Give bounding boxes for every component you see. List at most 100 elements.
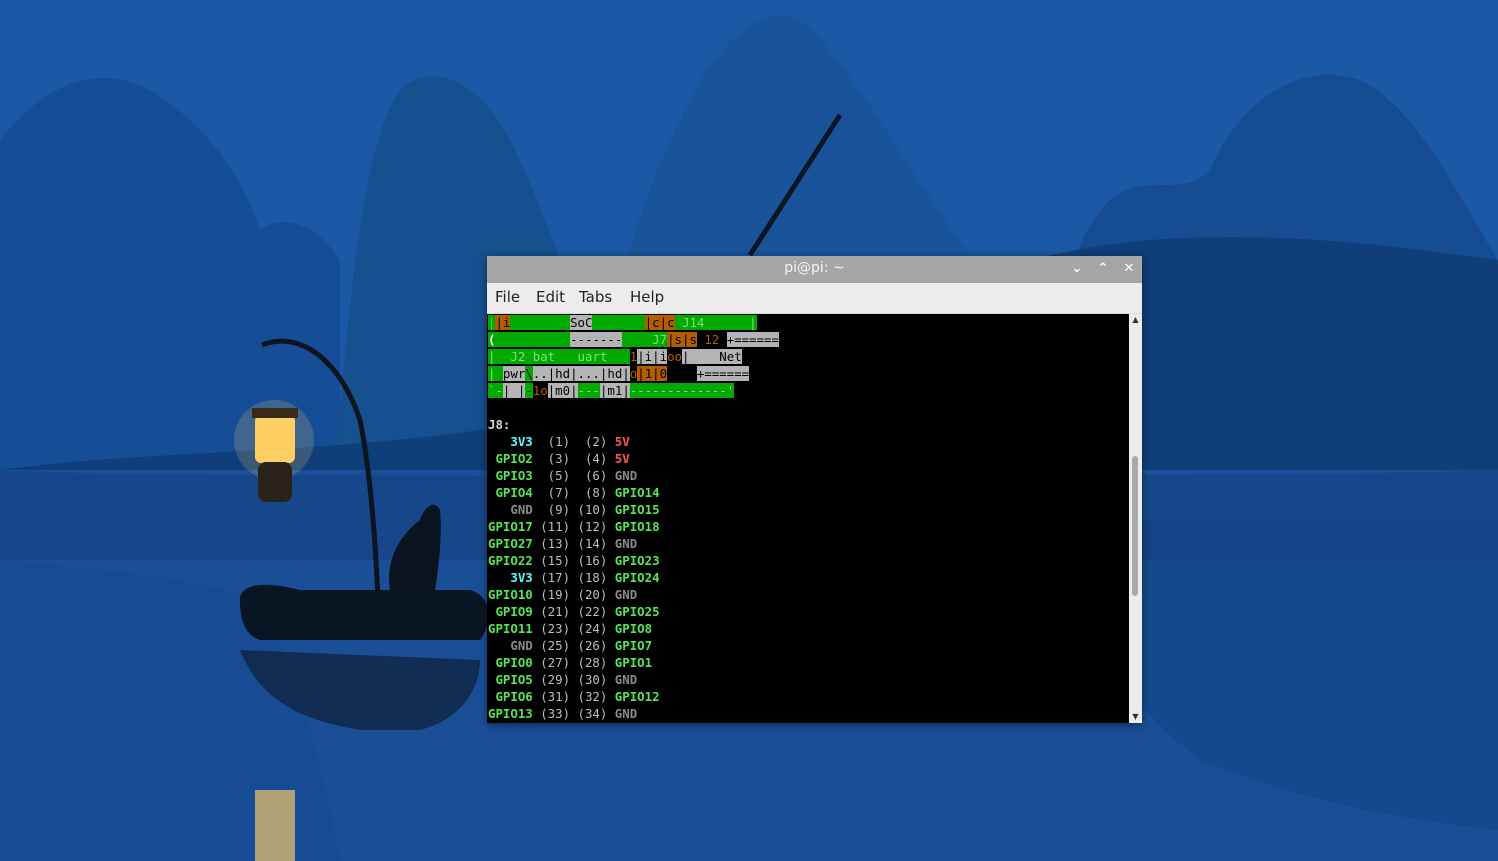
pin-number-left: (13) [540,536,571,551]
pin-number-right: (6) [584,468,608,483]
pin-number-right: (20) [577,587,608,602]
menu-edit[interactable]: Edit [536,288,565,306]
pin-left-label: GPIO22 [488,553,533,568]
pin-number-right: (30) [577,672,608,687]
pin-right-label: GPIO24 [614,570,660,585]
pin-number-right: (8) [584,485,608,500]
pin-left-label: GPIO10 [488,587,533,602]
pin-right-label: GPIO23 [614,553,660,568]
pin-number-right: (2) [584,434,608,449]
pin-number-right: (14) [577,536,608,551]
pin-row: GPIO2 (3) (4) 5V [488,450,630,467]
pin-number-left: (31) [540,689,571,704]
board-art-line-1: ||i SoC |c|c J14 | [488,315,757,330]
pin-left-label: GPIO5 [495,672,533,687]
pin-number-left: (21) [540,604,571,619]
menu-help[interactable]: Help [630,288,664,306]
pin-right-label: GPIO14 [614,485,660,500]
pin-number-left: (3) [547,451,571,466]
pin-row: GPIO6 (31) (32) GPIO12 [488,688,660,705]
board-art-line-3: | J2 bat uart 1|i|ioo| Net [488,349,742,364]
pin-number-right: (10) [577,502,608,517]
pin-number-right: (28) [577,655,608,670]
pin-row: 3V3 (17) (18) GPIO24 [488,569,660,586]
pin-left-label: 3V3 [510,570,533,585]
pin-right-label: GPIO12 [614,689,660,704]
pin-number-right: (12) [577,519,608,534]
pin-row: GND (25) (26) GPIO7 [488,637,652,654]
minimize-button[interactable]: ⌄ [1066,259,1088,279]
scroll-up-arrow-icon[interactable]: ▲ [1129,315,1142,325]
pin-left-label: GND [510,638,533,653]
pin-left-label: GPIO2 [495,451,533,466]
pin-right-label: GPIO1 [614,655,653,670]
pin-number-right: (26) [577,638,608,653]
pin-number-right: (18) [577,570,608,585]
pin-row: GPIO9 (21) (22) GPIO25 [488,603,660,620]
pin-number-left: (17) [540,570,571,585]
pin-right-label: GND [614,536,638,551]
pin-number-left: (15) [540,553,571,568]
titlebar[interactable]: pi@pi: ~ ⌄ ⌃ ✕ [487,256,1142,283]
header-label: J8: [488,417,511,432]
menu-file[interactable]: File [495,288,520,306]
pin-number-left: (11) [540,519,571,534]
pin-right-label: GPIO18 [614,519,660,534]
pin-row: GND (9) (10) GPIO15 [488,501,660,518]
pin-number-left: (27) [540,655,571,670]
pin-number-left: (5) [547,468,571,483]
pin-left-label: GPIO27 [488,536,533,551]
pin-row: GPIO13 (33) (34) GND [488,705,637,722]
board-art-line-5: `-| |-1o|m0|---|m1|-------------' [488,383,735,398]
pin-number-right: (16) [577,553,608,568]
board-art-line-2: ( ------- J7|s|s 12 +====== [488,332,779,347]
pin-left-label: 3V3 [510,434,533,449]
pin-number-right: (24) [577,621,608,636]
pin-left-label: GPIO13 [488,706,533,721]
maximize-button[interactable]: ⌃ [1092,259,1114,279]
pin-right-label: 5V [614,434,630,449]
pin-number-left: (29) [540,672,571,687]
pin-row: GPIO3 (5) (6) GND [488,467,637,484]
pin-number-right: (32) [577,689,608,704]
pin-left-label: GPIO6 [495,689,533,704]
pin-right-label: GPIO7 [614,638,653,653]
pin-number-left: (1) [547,434,571,449]
scroll-down-arrow-icon[interactable]: ▼ [1129,712,1142,722]
pin-number-right: (4) [584,451,608,466]
terminal-output[interactable]: ||i SoC |c|c J14 | ( ------- J7|s|s 12 +… [487,314,1129,723]
pin-right-label: GND [614,672,638,687]
window-title: pi@pi: ~ [784,260,845,276]
pin-row: GPIO10 (19) (20) GND [488,586,637,603]
scrollbar-thumb[interactable] [1132,456,1138,596]
pin-number-left: (9) [547,502,571,517]
pin-row: 3V3 (1) (2) 5V [488,433,630,450]
pin-row: GPIO5 (29) (30) GND [488,671,637,688]
pin-left-label: GND [510,502,533,517]
pin-number-left: (25) [540,638,571,653]
board-art-line-4: | pwr\..|hd|...|hd|o|1|0 +====== [488,366,750,381]
pin-number-left: (23) [540,621,571,636]
pin-right-label: GPIO25 [614,604,660,619]
pin-left-label: GPIO0 [495,655,533,670]
pin-number-left: (19) [540,587,571,602]
pin-row: GPIO22 (15) (16) GPIO23 [488,552,660,569]
pin-right-label: GPIO15 [614,502,660,517]
pin-right-label: 5V [614,451,630,466]
pin-left-label: GPIO9 [495,604,533,619]
pin-right-label: GND [614,706,638,721]
pin-number-left: (33) [540,706,571,721]
pin-left-label: GPIO3 [495,468,533,483]
menu-bar: File Edit Tabs Help [487,283,1142,314]
pin-left-label: GPIO4 [495,485,533,500]
pin-right-label: GPIO8 [614,621,653,636]
scrollbar[interactable]: ▲ ▼ [1129,314,1142,723]
close-button[interactable]: ✕ [1118,259,1140,279]
menu-tabs[interactable]: Tabs [579,288,612,306]
terminal-window: pi@pi: ~ ⌄ ⌃ ✕ File Edit Tabs Help ||i S… [487,256,1142,723]
pin-left-label: GPIO11 [488,621,533,636]
pin-row: GPIO4 (7) (8) GPIO14 [488,484,660,501]
pin-row: GPIO11 (23) (24) GPIO8 [488,620,652,637]
pin-number-right: (34) [577,706,608,721]
pin-right-label: GND [614,587,638,602]
